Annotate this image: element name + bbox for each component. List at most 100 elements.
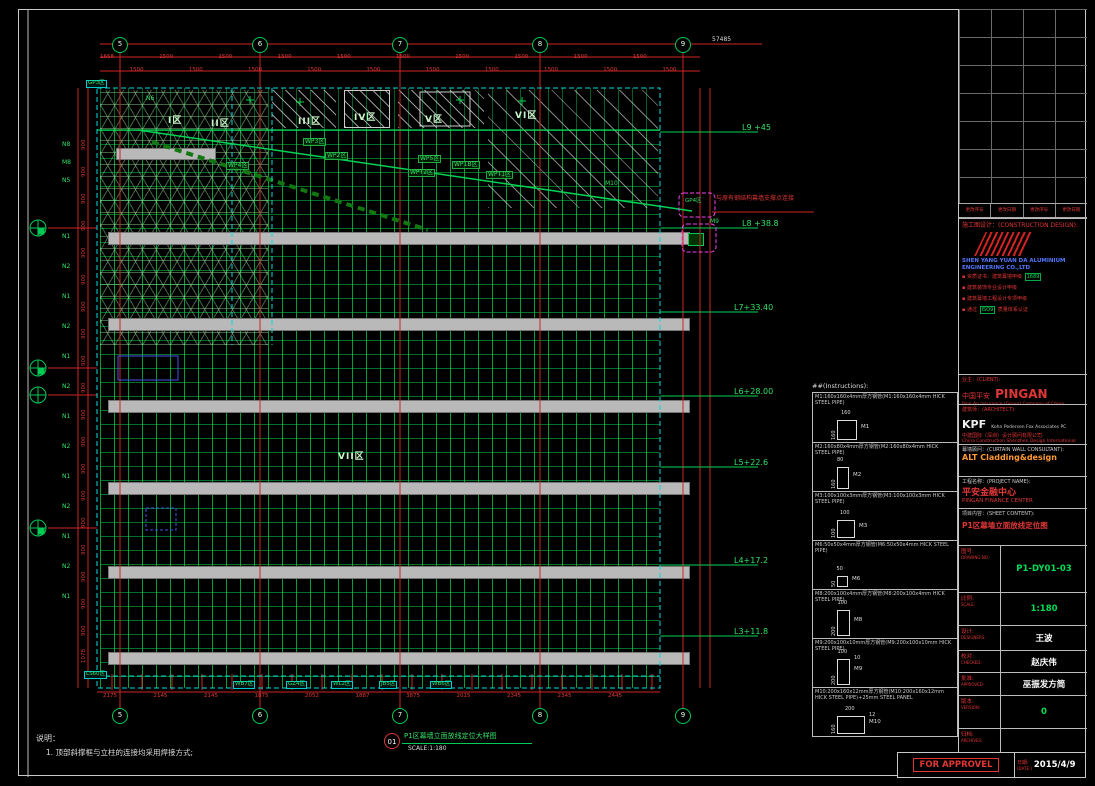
- credential-badge: ISO9: [980, 306, 996, 314]
- company-name-en: SHEN YANG YUAN DA ALUMINIUM: [962, 258, 1084, 265]
- zone-label: IV区: [354, 114, 376, 123]
- wp-panel-label: WP3区: [303, 138, 326, 146]
- client-brand: PINGAN: [995, 387, 1047, 401]
- top-dimension: 1500: [189, 68, 203, 74]
- bottom-dimension: 3875: [406, 694, 420, 700]
- company-name-en2: ENGINEERING CO.,LTD: [962, 265, 1084, 272]
- left-dimension: 900: [82, 167, 88, 178]
- wp-panel-label: WP1B区: [452, 161, 480, 169]
- left-member-label: N1: [62, 294, 70, 300]
- consultant-label: 幕墙顾问：(CURTAIN WALL CONSULTANT):: [962, 446, 1084, 453]
- level-label: L9 +45: [742, 124, 771, 132]
- project-section: 工程名称：(PROJECT NAME): 平安金融中心 PINGAN FINAN…: [959, 476, 1087, 508]
- credential-badge: 1689: [1025, 273, 1042, 281]
- spec-text: M2:160x80x4mm厚方钢管(M2:160x80x4mm HICK STE…: [813, 443, 957, 457]
- left-dimension: 900: [82, 518, 88, 529]
- section-sketch: 200160M1012: [821, 707, 911, 734]
- title-block-rows: 图号:DRAWING NO.:P1-DY01-03比例:SCALE:1:180设…: [959, 545, 1087, 752]
- bottom-zone-label: JB5区: [379, 681, 397, 689]
- level-label: L3+11.8: [734, 628, 768, 636]
- consultant-name: ALT Cladding&design: [962, 453, 1084, 462]
- sketch-dim: 12: [869, 713, 875, 718]
- consultant-section: 幕墙顾问：(CURTAIN WALL CONSULTANT): ALT Clad…: [959, 444, 1087, 476]
- row-value: 巫振发方简: [1001, 673, 1087, 695]
- title-block-row: 图号:DRAWING NO.:P1-DY01-03: [959, 545, 1087, 592]
- title-block-row: 校对:CHECKED:赵庆伟: [959, 650, 1087, 672]
- wp-panel-label: WPT1区: [486, 171, 513, 179]
- section-sketch: 160 160 M1: [821, 411, 911, 440]
- sketch-dim: 160: [832, 724, 837, 734]
- left-member-label: N1: [62, 594, 70, 600]
- credential-line: ▪ 建筑幕墙工程设计专项甲级: [962, 294, 1084, 305]
- date-label: 日期:: [1017, 759, 1032, 766]
- client-name-cn: 中国平安: [962, 392, 990, 400]
- spec-text: M3:100x100x3mm厚方钢管(M3:100x100x3mm HICK S…: [813, 492, 957, 506]
- wp-panel-label: WPT2区: [408, 169, 435, 177]
- left-dimension: 900: [82, 194, 88, 205]
- sketch-dim: 160: [841, 411, 851, 416]
- sketch-dim: 100: [840, 511, 850, 516]
- section-outline: [837, 420, 857, 440]
- date-value: 2015/4/9: [1034, 760, 1076, 770]
- left-dimension: 900: [82, 275, 88, 286]
- left-member-label: N1: [62, 474, 70, 480]
- section-outline: [837, 659, 850, 685]
- top-dimension: 1500: [218, 55, 232, 61]
- sketch-dim: 100: [838, 601, 848, 606]
- approval-stamp-cell: FOR APPROVEL: [898, 753, 1015, 777]
- grid-bubble-label: 7: [392, 41, 408, 48]
- sketch-dim: 50: [837, 567, 843, 572]
- grid-bubble-label: 6: [252, 41, 268, 48]
- spec-text: M1:160x160x4mm厚方钢管(M1:160x160x4mm HICK S…: [813, 393, 957, 407]
- sketch-dim: M6: [852, 577, 860, 583]
- top-dimension: 1500: [366, 68, 380, 74]
- bottom-zone-label: GZ4区: [286, 681, 307, 689]
- level-label: L8 +38.8: [742, 220, 779, 228]
- row-value: 赵庆伟: [1001, 651, 1087, 672]
- sketch-dim: M1: [861, 425, 869, 431]
- zone-label: II区: [211, 120, 230, 129]
- row-value: 1:180: [1001, 593, 1087, 625]
- project-label: 工程名称：(PROJECT NAME):: [962, 478, 1084, 485]
- top-dimension: 1500: [662, 68, 676, 74]
- title-block-row: 版本:VERSION:0: [959, 695, 1087, 728]
- row-value: 王波: [1001, 626, 1087, 650]
- title-block-row: 设计:DESIGNERS:王波: [959, 625, 1087, 650]
- title-block-row: 比例:SCALE:1:180: [959, 592, 1087, 625]
- project-name-cn: 平安金融中心: [962, 485, 1084, 498]
- top-dimension: 1500: [396, 55, 410, 61]
- grid-bubble-label: 9: [675, 712, 691, 719]
- zone-label: VI区: [515, 112, 537, 121]
- content-label: 项目内容：(SHEET CONTENT):: [962, 510, 1084, 517]
- spec-row: M6:50x50x4mm厚方钢管(M6:50x50x4mm HICK STEEL…: [813, 540, 957, 589]
- left-member-label: N2: [62, 264, 70, 270]
- left-member-label: N2: [62, 444, 70, 450]
- bottom-dimension: 1875: [255, 694, 269, 700]
- top-dimension: 1500: [603, 68, 617, 74]
- member-label: M9: [710, 219, 719, 225]
- design-label: 施工图设计：(CONSTRUCTION DESIGN):: [962, 220, 1084, 229]
- notes-title: 说明：: [36, 735, 60, 743]
- left-member-label: N8: [62, 142, 70, 148]
- bottom-dimension: 2145: [204, 694, 218, 700]
- grid-bubble-label: 5: [112, 41, 128, 48]
- left-dimension: 900: [82, 572, 88, 583]
- section-outline: [837, 576, 848, 587]
- section-outline: [837, 610, 850, 636]
- top-dimension: 1500: [159, 55, 173, 61]
- level-label: L7+33.40: [734, 304, 773, 312]
- left-dimension: 900: [82, 329, 88, 340]
- spec-text: M6:50x50x4mm厚方钢管(M6:50x50x4mm HICK STEEL…: [813, 541, 957, 555]
- left-member-label: N1: [62, 534, 70, 540]
- architect2-name-cn: 中建国际（深圳）设计顾问有限公司: [962, 432, 1084, 439]
- row-label: 校对:CHECKED:: [959, 651, 1001, 672]
- left-dimension: 900: [82, 437, 88, 448]
- sketch-dim: 160: [832, 430, 837, 440]
- revision-header-cell: 更改序号: [1024, 204, 1056, 217]
- bottom-dimension: 2052: [305, 694, 319, 700]
- sketch-dim: 10: [854, 656, 860, 661]
- architect-section: 建筑师：(ARCHITECT): KPF Kohn Pedersen Fox A…: [959, 404, 1087, 444]
- section-outline: [837, 520, 855, 538]
- bottom-dimension: 2445: [608, 694, 622, 700]
- top-dimension: 1500: [337, 55, 351, 61]
